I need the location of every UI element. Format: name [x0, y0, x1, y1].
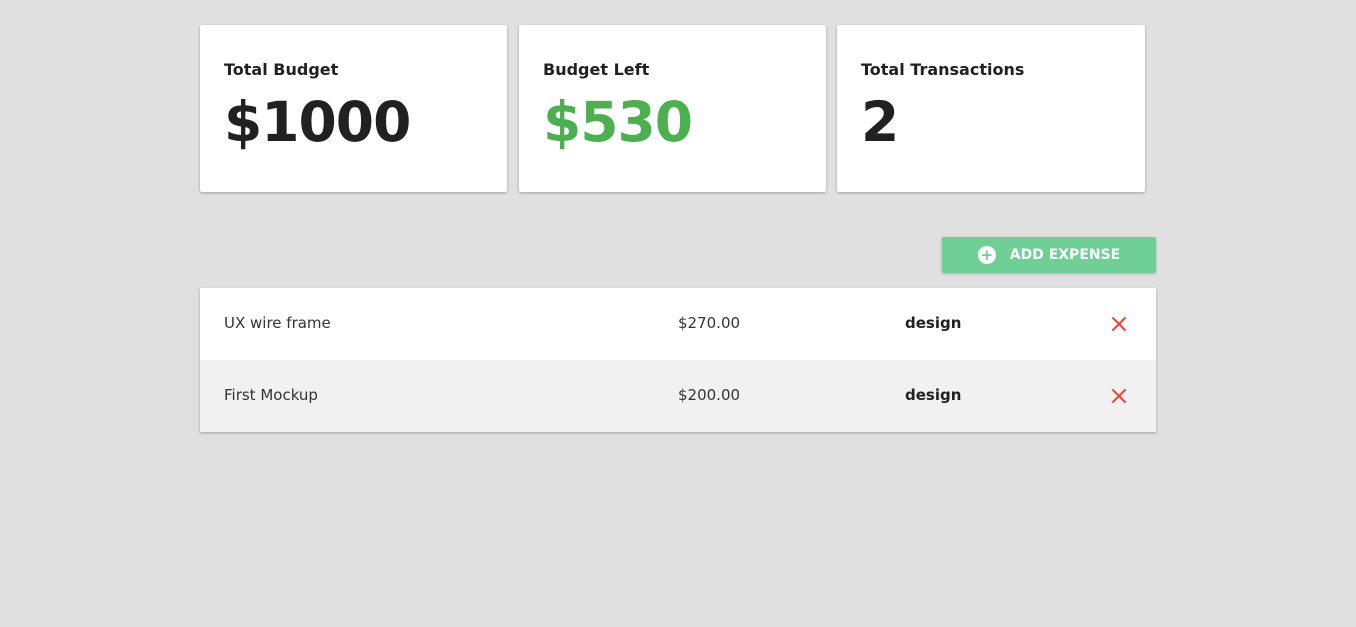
delete-expense-button[interactable] — [1105, 310, 1133, 338]
expense-category: design — [905, 386, 962, 404]
add-expense-button[interactable]: + ADD EXPENSE — [942, 237, 1156, 273]
close-icon — [1112, 389, 1126, 403]
total-budget-card: Total Budget $1000 — [200, 25, 507, 192]
expense-amount: $270.00 — [678, 314, 741, 332]
plus-circle-icon: + — [977, 246, 996, 264]
delete-expense-button[interactable] — [1105, 382, 1133, 410]
expense-category: design — [905, 314, 962, 332]
expense-name: First Mockup — [224, 386, 318, 404]
total-transactions-label: Total Transactions — [861, 60, 1025, 79]
total-budget-label: Total Budget — [224, 60, 339, 79]
expense-name: UX wire frame — [224, 314, 331, 332]
expense-list: UX wire frame $270.00 design First Mocku… — [200, 288, 1156, 432]
budget-left-label: Budget Left — [543, 60, 650, 79]
budget-left-value: $530 — [543, 90, 693, 154]
expense-row: First Mockup $200.00 design — [200, 360, 1156, 432]
budget-left-card: Budget Left $530 — [519, 25, 826, 192]
expense-row: UX wire frame $270.00 design — [200, 288, 1156, 360]
add-expense-label: ADD EXPENSE — [1009, 247, 1121, 263]
total-budget-value: $1000 — [224, 90, 411, 154]
total-transactions-card: Total Transactions 2 — [837, 25, 1145, 192]
close-icon — [1112, 317, 1126, 331]
total-transactions-value: 2 — [861, 90, 899, 154]
budget-app: Total Budget $1000 Budget Left $530 Tota… — [0, 0, 1356, 627]
expense-amount: $200.00 — [678, 386, 741, 404]
